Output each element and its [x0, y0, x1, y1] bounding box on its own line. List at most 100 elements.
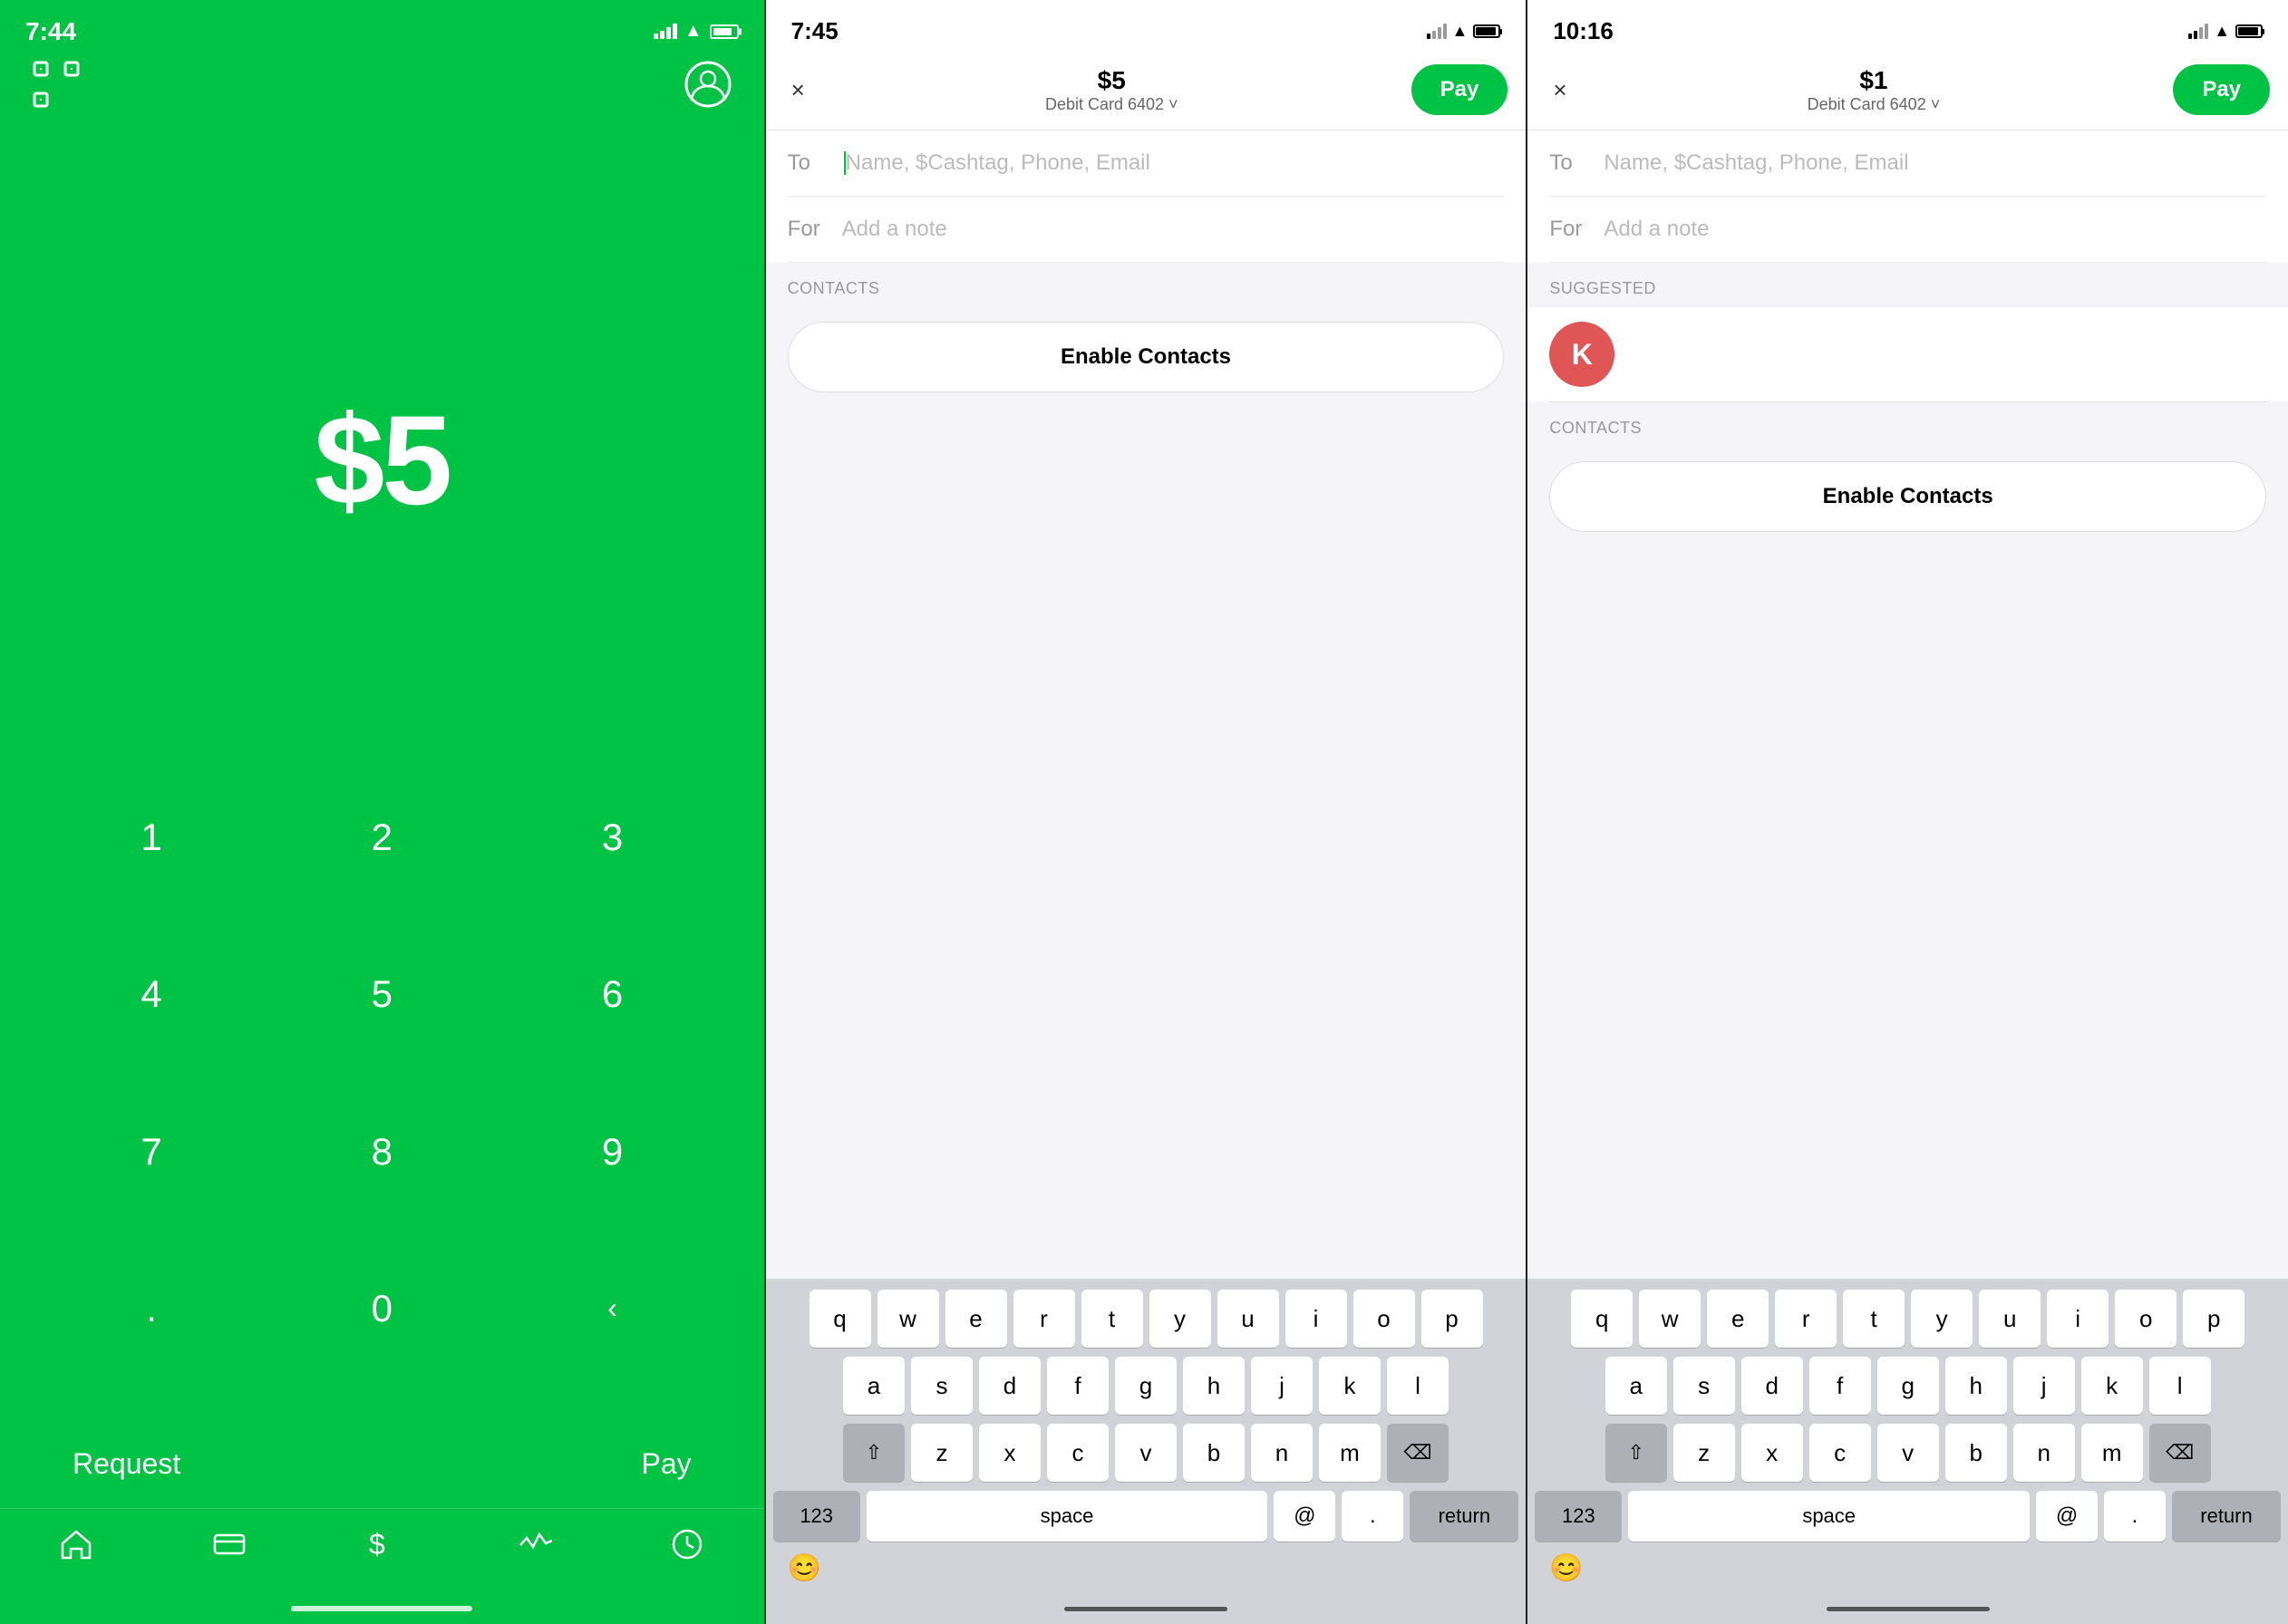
- key-h-3[interactable]: h: [1945, 1357, 2007, 1415]
- key-o-3[interactable]: o: [2115, 1290, 2177, 1348]
- pay-button-main[interactable]: Pay: [642, 1447, 692, 1481]
- key-i-3[interactable]: i: [2047, 1290, 2109, 1348]
- card-info-2[interactable]: Debit Card 6402 ˅: [1045, 95, 1178, 114]
- key-t-2[interactable]: t: [1081, 1290, 1143, 1348]
- nav-activity-icon[interactable]: [518, 1527, 552, 1566]
- key-f-3[interactable]: f: [1809, 1357, 1871, 1415]
- nav-dollar-icon[interactable]: $: [364, 1527, 399, 1566]
- to-input-3[interactable]: [1604, 150, 2266, 176]
- key-g-3[interactable]: g: [1877, 1357, 1939, 1415]
- key-space-2[interactable]: space: [867, 1491, 1268, 1542]
- key-at-2[interactable]: @: [1274, 1491, 1335, 1542]
- key-8[interactable]: 8: [267, 1107, 497, 1197]
- key-d-2[interactable]: d: [979, 1357, 1041, 1415]
- key-g-2[interactable]: g: [1115, 1357, 1177, 1415]
- key-period-3[interactable]: .: [2104, 1491, 2166, 1542]
- key-q-2[interactable]: q: [810, 1290, 871, 1348]
- shift-key-3[interactable]: ⇧: [1605, 1424, 1667, 1482]
- pay-button-2[interactable]: Pay: [1411, 64, 1508, 115]
- key-e-3[interactable]: e: [1707, 1290, 1769, 1348]
- key-1[interactable]: 1: [36, 792, 267, 883]
- close-button-2[interactable]: ×: [784, 69, 812, 111]
- key-n-2[interactable]: n: [1251, 1424, 1313, 1482]
- key-x-2[interactable]: x: [979, 1424, 1041, 1482]
- key-j-3[interactable]: j: [2013, 1357, 2075, 1415]
- key-u-2[interactable]: u: [1217, 1290, 1279, 1348]
- nav-home-icon[interactable]: [59, 1527, 93, 1566]
- key-return-3[interactable]: return: [2172, 1491, 2281, 1542]
- for-input-3[interactable]: [1604, 217, 2266, 242]
- key-3[interactable]: 3: [497, 792, 727, 883]
- key-y-2[interactable]: y: [1149, 1290, 1211, 1348]
- for-input-2[interactable]: [842, 217, 1505, 242]
- key-a-3[interactable]: a: [1605, 1357, 1667, 1415]
- key-k-3[interactable]: k: [2081, 1357, 2143, 1415]
- key-z-2[interactable]: z: [911, 1424, 973, 1482]
- suggested-contact-3[interactable]: K: [1527, 307, 2288, 401]
- key-i-2[interactable]: i: [1285, 1290, 1347, 1348]
- key-b-3[interactable]: b: [1945, 1424, 2007, 1482]
- pay-button-3[interactable]: Pay: [2173, 64, 2270, 115]
- key-123-2[interactable]: 123: [773, 1491, 860, 1542]
- key-y-3[interactable]: y: [1911, 1290, 1973, 1348]
- key-at-3[interactable]: @: [2036, 1491, 2098, 1542]
- key-w-3[interactable]: w: [1639, 1290, 1701, 1348]
- key-z-3[interactable]: z: [1673, 1424, 1735, 1482]
- key-2[interactable]: 2: [267, 792, 497, 883]
- key-c-3[interactable]: c: [1809, 1424, 1871, 1482]
- key-5[interactable]: 5: [267, 949, 497, 1039]
- emoji-button-2[interactable]: 😊: [788, 1552, 821, 1584]
- key-p-2[interactable]: p: [1421, 1290, 1483, 1348]
- key-backspace[interactable]: ‹: [497, 1263, 727, 1354]
- key-t-3[interactable]: t: [1843, 1290, 1905, 1348]
- key-0[interactable]: 0: [267, 1263, 497, 1354]
- key-l-2[interactable]: l: [1387, 1357, 1449, 1415]
- key-f-2[interactable]: f: [1047, 1357, 1109, 1415]
- key-j-2[interactable]: j: [1251, 1357, 1313, 1415]
- key-4[interactable]: 4: [36, 949, 267, 1039]
- key-7[interactable]: 7: [36, 1107, 267, 1197]
- key-period-2[interactable]: .: [1342, 1491, 1403, 1542]
- key-space-3[interactable]: space: [1628, 1491, 2030, 1542]
- key-m-2[interactable]: m: [1319, 1424, 1381, 1482]
- profile-icon[interactable]: [684, 61, 732, 108]
- key-m-3[interactable]: m: [2081, 1424, 2143, 1482]
- key-6[interactable]: 6: [497, 949, 727, 1039]
- key-w-2[interactable]: w: [877, 1290, 939, 1348]
- key-c-2[interactable]: c: [1047, 1424, 1109, 1482]
- key-a-2[interactable]: a: [843, 1357, 905, 1415]
- shift-key-2[interactable]: ⇧: [843, 1424, 905, 1482]
- key-return-2[interactable]: return: [1410, 1491, 1518, 1542]
- request-button[interactable]: Request: [73, 1447, 180, 1481]
- delete-key-2[interactable]: ⌫: [1387, 1424, 1449, 1482]
- key-n-3[interactable]: n: [2013, 1424, 2075, 1482]
- key-k-2[interactable]: k: [1319, 1357, 1381, 1415]
- key-123-3[interactable]: 123: [1535, 1491, 1622, 1542]
- key-r-3[interactable]: r: [1775, 1290, 1837, 1348]
- enable-contacts-button-3[interactable]: Enable Contacts: [1549, 461, 2266, 532]
- key-h-2[interactable]: h: [1183, 1357, 1245, 1415]
- key-r-2[interactable]: r: [1013, 1290, 1075, 1348]
- nav-clock-icon[interactable]: [670, 1527, 704, 1566]
- key-q-3[interactable]: q: [1571, 1290, 1633, 1348]
- scan-icon[interactable]: [33, 61, 80, 108]
- nav-card-icon[interactable]: [212, 1527, 247, 1566]
- key-l-3[interactable]: l: [2149, 1357, 2211, 1415]
- key-v-2[interactable]: v: [1115, 1424, 1177, 1482]
- close-button-3[interactable]: ×: [1546, 69, 1574, 111]
- card-info-3[interactable]: Debit Card 6402 ˅: [1808, 95, 1941, 114]
- key-e-2[interactable]: e: [945, 1290, 1007, 1348]
- enable-contacts-button-2[interactable]: Enable Contacts: [788, 322, 1505, 392]
- key-s-3[interactable]: s: [1673, 1357, 1735, 1415]
- key-s-2[interactable]: s: [911, 1357, 973, 1415]
- key-dot[interactable]: .: [36, 1263, 267, 1354]
- to-input-2[interactable]: [846, 150, 1505, 176]
- key-v-3[interactable]: v: [1877, 1424, 1939, 1482]
- key-x-3[interactable]: x: [1741, 1424, 1803, 1482]
- key-9[interactable]: 9: [497, 1107, 727, 1197]
- key-o-2[interactable]: o: [1353, 1290, 1415, 1348]
- key-p-3[interactable]: p: [2183, 1290, 2244, 1348]
- delete-key-3[interactable]: ⌫: [2149, 1424, 2211, 1482]
- key-d-3[interactable]: d: [1741, 1357, 1803, 1415]
- emoji-button-3[interactable]: 😊: [1549, 1552, 1583, 1584]
